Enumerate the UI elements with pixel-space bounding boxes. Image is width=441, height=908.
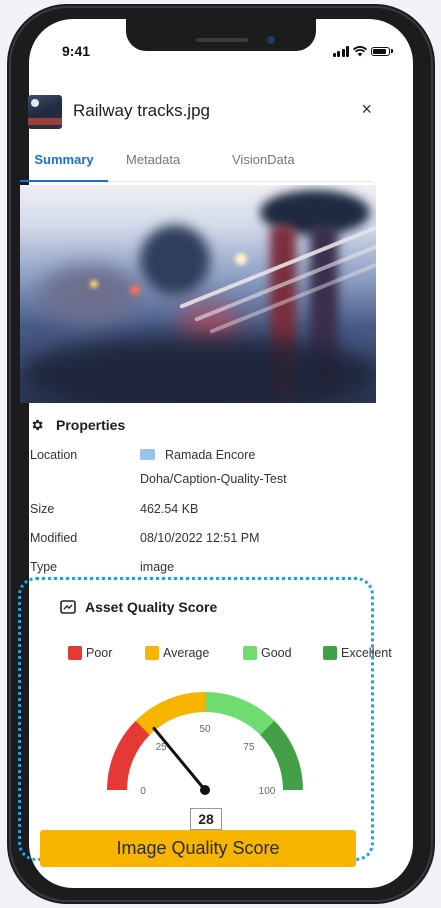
asset-quality-title: Asset Quality Score <box>85 599 218 615</box>
properties-title: Properties <box>56 417 126 433</box>
image-quality-score-banner: Image Quality Score <box>40 830 356 867</box>
folder-icon <box>140 449 155 460</box>
legend-label-average: Average <box>163 646 210 660</box>
camera-icon <box>267 36 275 44</box>
battery-icon <box>371 46 390 56</box>
tab-summary[interactable]: Summary <box>20 141 108 182</box>
legend-swatch-average <box>145 646 159 660</box>
prop-value-type: image <box>140 560 175 574</box>
prop-value-location: Ramada Encore <box>140 448 255 462</box>
quality-gauge: 0255075100 <box>107 692 303 797</box>
legend-label-good: Good <box>261 646 292 660</box>
location-line-2: Doha/Caption-Quality-Test <box>140 472 287 486</box>
tab-visiondata[interactable]: VisionData <box>232 141 295 180</box>
gauge-segment-average <box>135 692 205 735</box>
prop-label-location: Location <box>30 448 78 462</box>
legend-label-excellent: Excellent <box>341 646 392 660</box>
prop-label-modified: Modified <box>30 531 78 545</box>
prop-value-modified: 08/10/2022 12:51 PM <box>140 531 260 545</box>
location-line-1: Ramada Encore <box>165 448 256 462</box>
image-quality-icon <box>60 600 76 614</box>
legend-swatch-poor <box>68 646 82 660</box>
gauge-segment-poor <box>107 720 150 790</box>
score-value: 28 <box>190 808 222 830</box>
signal-icon <box>332 45 349 57</box>
legend-swatch-good <box>243 646 257 660</box>
gauge-hub <box>200 785 210 795</box>
tab-metadata[interactable]: Metadata <box>126 141 180 180</box>
legend-swatch-excellent <box>323 646 337 660</box>
legend-label-poor: Poor <box>86 646 113 660</box>
legend-average: Average <box>145 646 209 660</box>
legend-poor: Poor <box>68 646 112 660</box>
prop-label-type: Type <box>30 560 58 574</box>
gauge-segment-good <box>205 692 275 735</box>
gauge-tick-100: 100 <box>259 786 276 797</box>
gauge-tick-50: 50 <box>199 724 211 735</box>
speaker <box>196 38 248 42</box>
legend-excellent: Excellent <box>323 646 392 660</box>
gauge-tick-0: 0 <box>140 786 146 797</box>
preview-image <box>20 185 376 403</box>
legend-good: Good <box>243 646 292 660</box>
file-header: Railway tracks.jpg × <box>28 95 374 131</box>
wifi-icon <box>353 45 367 56</box>
gauge-tick-75: 75 <box>243 742 255 753</box>
close-button[interactable]: × <box>361 99 372 120</box>
file-title: Railway tracks.jpg <box>73 101 210 120</box>
gear-icon <box>32 419 43 431</box>
file-thumbnail <box>28 95 62 129</box>
prop-label-size: Size <box>30 502 55 516</box>
status-icons <box>332 45 393 57</box>
gauge-segment-excellent <box>260 720 303 790</box>
notch <box>126 19 316 51</box>
status-time: 9:41 <box>62 43 91 59</box>
battery-tip <box>391 49 393 53</box>
tab-bar: Summary Metadata VisionData <box>20 141 372 182</box>
gauge-needle <box>152 726 207 792</box>
prop-value-size: 462.54 KB <box>140 502 199 516</box>
